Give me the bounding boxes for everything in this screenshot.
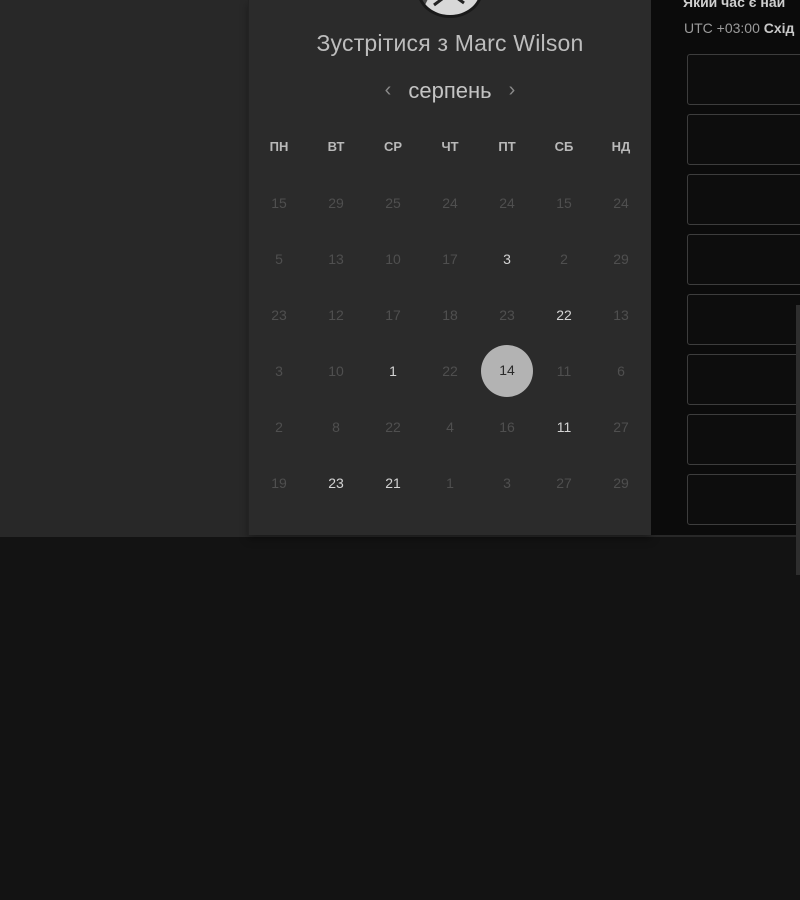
- current-month: серпень: [408, 78, 492, 103]
- calendar-day: 18: [442, 307, 458, 323]
- calendar-day: 13: [613, 307, 629, 323]
- calendar-day-selected[interactable]: 14: [481, 345, 533, 397]
- calendar-day: 24: [499, 195, 515, 211]
- calendar-day: 3: [503, 475, 511, 491]
- calendar-day[interactable]: 11: [538, 401, 590, 453]
- calendar-day[interactable]: 22: [538, 289, 590, 341]
- time-slots-scrollbar[interactable]: [796, 305, 800, 575]
- meeting-title: Зустрітися з Marc Wilson: [316, 30, 584, 56]
- calendar-day: 29: [613, 475, 629, 491]
- calendar-day: 19: [271, 475, 287, 491]
- time-slot-button[interactable]: [687, 474, 800, 525]
- time-slot-button[interactable]: [687, 354, 800, 405]
- next-month-button[interactable]: ›: [504, 80, 520, 102]
- calendar-day: 15: [556, 195, 572, 211]
- calendar-days-grid: 15 29 25 24 24 15 24 5 13 10 17 3 2 29 23 12 17 18 23 22 13 3…: [251, 175, 650, 515]
- calendar-day: 10: [328, 363, 344, 379]
- calendar-day: 13: [328, 251, 344, 267]
- calendar-day: 23: [271, 307, 287, 323]
- weekday-thursday: ЧТ: [441, 139, 459, 154]
- calendar-day: 1: [446, 475, 454, 491]
- calendar-day: 24: [442, 195, 458, 211]
- calendar-day: 11: [556, 363, 572, 379]
- calendar-day: 16: [499, 419, 515, 435]
- calendar-day: 22: [385, 419, 401, 435]
- time-slot-button[interactable]: [687, 414, 800, 465]
- time-slot-button[interactable]: [687, 54, 800, 105]
- time-slot-button[interactable]: [687, 294, 800, 345]
- time-question: Який час є най: [683, 0, 786, 10]
- weekday-saturday: СБ: [554, 139, 574, 154]
- time-slots-panel: Який час є най UTC +03:00 Схід: [651, 0, 800, 575]
- calendar-day: 5: [275, 251, 283, 267]
- calendar-day: 3: [275, 363, 283, 379]
- calendar-day: 25: [385, 195, 401, 211]
- time-slot-button[interactable]: [687, 234, 800, 285]
- previous-month-button[interactable]: ‹: [380, 80, 396, 102]
- calendar-day: 27: [613, 419, 629, 435]
- timezone-name: Схід: [763, 20, 795, 36]
- host-avatar: [417, 0, 483, 18]
- calendar-day: 4: [446, 419, 454, 435]
- calendar-day: 17: [385, 307, 401, 323]
- month-navigation: ‹ серпень ›: [249, 76, 651, 108]
- calendar-day[interactable]: 1: [367, 345, 419, 397]
- calendar-day: 24: [613, 195, 629, 211]
- weekday-header: ПН ВТ СР ЧТ ПТ СБ НД: [251, 139, 650, 159]
- calendar-day: 29: [613, 251, 629, 267]
- weekday-sunday: НД: [611, 139, 631, 154]
- calendar-day[interactable]: 21: [367, 457, 419, 509]
- calendar-day[interactable]: 23: [310, 457, 362, 509]
- calendar-day: 6: [617, 363, 625, 379]
- calendar-panel: Зустрітися з Marc Wilson ‹ серпень › ПН …: [248, 0, 651, 535]
- calendar-day: 17: [442, 251, 458, 267]
- timezone-offset: UTC +03:00: [684, 20, 760, 36]
- calendar-day: 12: [328, 307, 344, 323]
- weekday-tuesday: ВТ: [327, 139, 345, 154]
- calendar-day: 2: [560, 251, 568, 267]
- time-slot-button[interactable]: [687, 114, 800, 165]
- weekday-wednesday: СР: [383, 139, 403, 154]
- booking-page: Зустрітися з Marc Wilson ‹ серпень › ПН …: [0, 0, 800, 900]
- calendar-day: 29: [328, 195, 344, 211]
- calendar-day: 10: [385, 251, 401, 267]
- calendar-day[interactable]: 3: [481, 233, 533, 285]
- calendar-day: 2: [275, 419, 283, 435]
- timezone-selector[interactable]: UTC +03:00 Схід: [684, 20, 794, 36]
- time-slot-button[interactable]: [687, 174, 800, 225]
- calendar-day: 27: [556, 475, 572, 491]
- weekday-friday: ПТ: [498, 139, 516, 154]
- weekday-monday: ПН: [269, 139, 289, 154]
- calendar-day: 8: [332, 419, 340, 435]
- calendar-day: 22: [442, 363, 458, 379]
- calendar-day: 23: [499, 307, 515, 323]
- calendar-day: 15: [271, 195, 287, 211]
